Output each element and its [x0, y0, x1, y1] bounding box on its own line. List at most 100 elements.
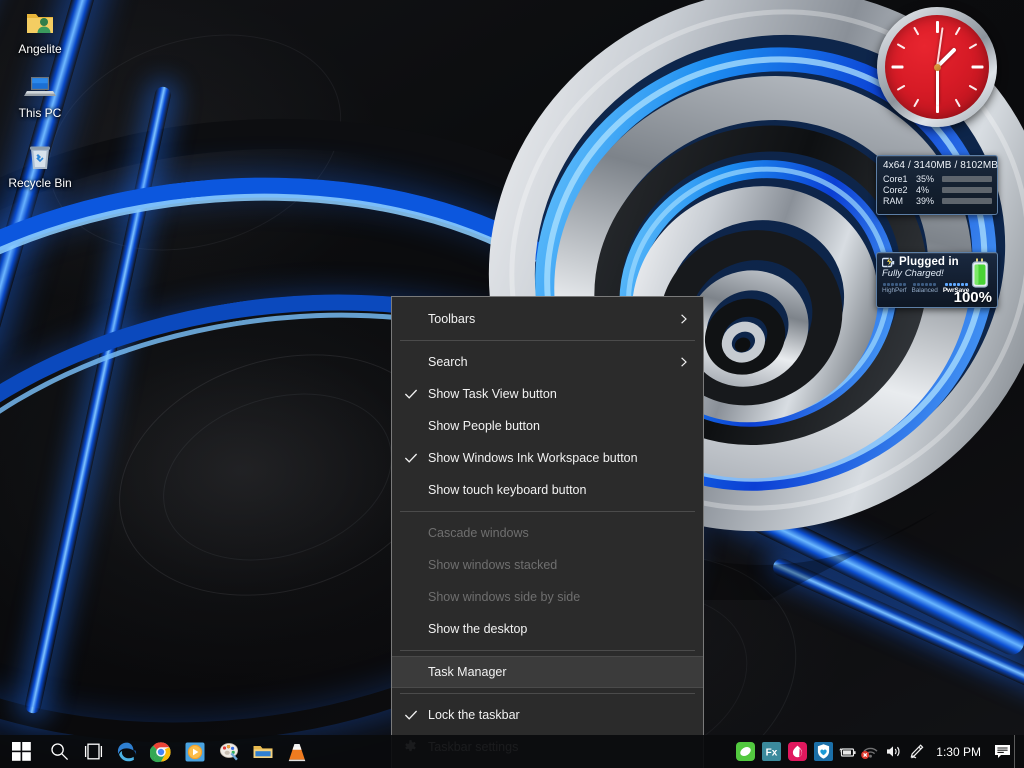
desktop-icon-this-pc[interactable]: This PC	[2, 70, 78, 120]
clock-tick	[891, 65, 903, 69]
clock-tick	[913, 26, 920, 36]
battery-power-mode-dot	[925, 283, 929, 286]
menu-item-task-manager[interactable]: Task Manager	[392, 656, 703, 688]
checkmark-icon	[404, 708, 418, 722]
system-tray[interactable]: Fx 1:30 PM	[732, 735, 1024, 768]
clock-tick	[954, 98, 961, 108]
menu-item-lock-the-taskbar[interactable]: Lock the taskbar	[392, 699, 703, 731]
menu-item-show-windows-stacked: Show windows stacked	[392, 549, 703, 581]
clock-tick	[954, 26, 961, 36]
battery-power-mode[interactable]: Balanced	[912, 283, 938, 294]
system-monitor-title: 4x64 / 3140MB / 8102MB	[883, 160, 999, 171]
battery-power-mode-dot	[902, 283, 906, 286]
battery-tray-icon[interactable]	[836, 735, 859, 768]
system-monitor-row: RAM 39%	[883, 195, 992, 206]
menu-item-label: Show windows stacked	[428, 558, 558, 572]
paint-icon[interactable]	[212, 735, 246, 768]
desktop[interactable]: Angelite This PC Recycle Bin 4x64 / 3140…	[0, 0, 1024, 768]
clock-tick	[971, 65, 983, 69]
system-monitor-row-value: 35%	[916, 173, 935, 184]
system-monitor-row-value: 39%	[916, 195, 935, 206]
task-view-icon[interactable]	[76, 735, 110, 768]
battery-gadget[interactable]: Plugged in Fully Charged! HighPerf Balanc…	[876, 252, 998, 308]
clock-face	[885, 15, 989, 119]
menu-item-label: Show touch keyboard button	[428, 483, 587, 497]
search-icon[interactable]	[42, 735, 76, 768]
system-monitor-row-label: Core1	[883, 173, 908, 184]
battery-status: Plugged in	[899, 256, 959, 268]
menu-item-label: Task Manager	[428, 665, 507, 679]
menu-item-show-task-view-button[interactable]: Show Task View button	[392, 378, 703, 410]
desktop-icon-label: This PC	[18, 106, 62, 120]
menu-item-label: Search	[428, 355, 468, 369]
clock-tick	[913, 98, 920, 108]
clock-tick	[896, 84, 906, 91]
media-player-icon[interactable]	[178, 735, 212, 768]
clock-minute-hand	[935, 67, 939, 105]
network-disconnected-tray-icon[interactable]	[859, 735, 882, 768]
vlc-icon[interactable]	[280, 735, 314, 768]
taskbar-clock[interactable]: 1:30 PM	[928, 735, 991, 768]
battery-power-mode-label: Balanced	[911, 287, 938, 294]
volume-tray-icon[interactable]	[882, 735, 905, 768]
action-center-icon[interactable]	[991, 735, 1014, 768]
menu-separator	[400, 340, 695, 341]
fx-tray-icon[interactable]: Fx	[758, 735, 784, 768]
battery-power-mode-dot	[929, 283, 933, 286]
battery-power-mode-dot	[890, 283, 894, 286]
desktop-icon-angelite[interactable]: Angelite	[2, 6, 78, 56]
checkmark-icon	[404, 451, 418, 465]
desktop-icon-label: Angelite	[18, 42, 62, 56]
battery-power-mode-dot	[921, 283, 925, 286]
clock-tick	[968, 84, 978, 91]
chevron-right-icon	[679, 314, 689, 324]
taskbar-context-menu[interactable]: Toolbars Search Show Task View button Show …	[391, 296, 704, 768]
battery-power-mode-dot	[886, 283, 890, 286]
menu-item-label: Cascade windows	[428, 526, 529, 540]
battery-power-mode-dots	[882, 283, 907, 286]
menu-item-label: Show windows side by side	[428, 590, 581, 604]
battery-power-mode-dot	[952, 283, 956, 286]
menu-item-label: Show Task View button	[428, 387, 557, 401]
battery-level-icon	[969, 258, 991, 288]
battery-percent: 100%	[953, 289, 992, 306]
green-pill-tray-icon[interactable]	[732, 735, 758, 768]
battery-power-mode[interactable]: HighPerf	[882, 283, 907, 294]
menu-item-show-touch-keyboard-button[interactable]: Show touch keyboard button	[392, 474, 703, 506]
battery-power-mode-dot	[933, 283, 937, 286]
edge-icon[interactable]	[110, 735, 144, 768]
system-monitor-row-bar	[942, 186, 992, 193]
menu-item-label: Show the desktop	[428, 622, 528, 636]
battery-power-mode-dot	[917, 283, 921, 286]
battery-power-mode-dots	[943, 283, 969, 286]
shield-heart-tray-icon[interactable]	[810, 735, 836, 768]
desktop-icon-recycle-bin[interactable]: Recycle Bin	[2, 140, 78, 190]
menu-item-search[interactable]: Search	[392, 346, 703, 378]
taskbar[interactable]: Fx 1:30 PM	[0, 735, 1024, 768]
menu-separator	[400, 511, 695, 512]
menu-item-show-people-button[interactable]: Show People button	[392, 410, 703, 442]
system-monitor-rows: Core1 35% Core2 4% RAM 39%	[883, 173, 992, 206]
system-monitor-row-bar	[942, 175, 992, 182]
menu-item-show-windows-ink-workspace-button[interactable]: Show Windows Ink Workspace button	[392, 442, 703, 474]
menu-separator	[400, 693, 695, 694]
battery-power-mode-dot	[913, 283, 917, 286]
red-drop-tray-icon[interactable]	[784, 735, 810, 768]
clock-tick	[968, 43, 978, 50]
file-explorer-icon[interactable]	[246, 735, 280, 768]
analog-clock-gadget[interactable]	[877, 7, 997, 127]
menu-item-cascade-windows: Cascade windows	[392, 517, 703, 549]
computer-icon	[2, 70, 78, 104]
windows-ink-workspace-tray-icon[interactable]	[905, 735, 928, 768]
plug-icon	[882, 256, 896, 268]
clock-tick	[935, 21, 939, 33]
menu-item-label: Show People button	[428, 419, 540, 433]
system-monitor-gadget[interactable]: 4x64 / 3140MB / 8102MB Core1 35% Core2 4% RA…	[876, 155, 998, 215]
show-desktop-button[interactable]	[1014, 735, 1022, 768]
start-button[interactable]	[0, 735, 42, 768]
system-monitor-row: Core1 35%	[883, 173, 992, 184]
chrome-icon[interactable]	[144, 735, 178, 768]
menu-item-show-the-desktop[interactable]: Show the desktop	[392, 613, 703, 645]
system-monitor-row-value: 4%	[916, 184, 930, 195]
menu-item-toolbars[interactable]: Toolbars	[392, 303, 703, 335]
